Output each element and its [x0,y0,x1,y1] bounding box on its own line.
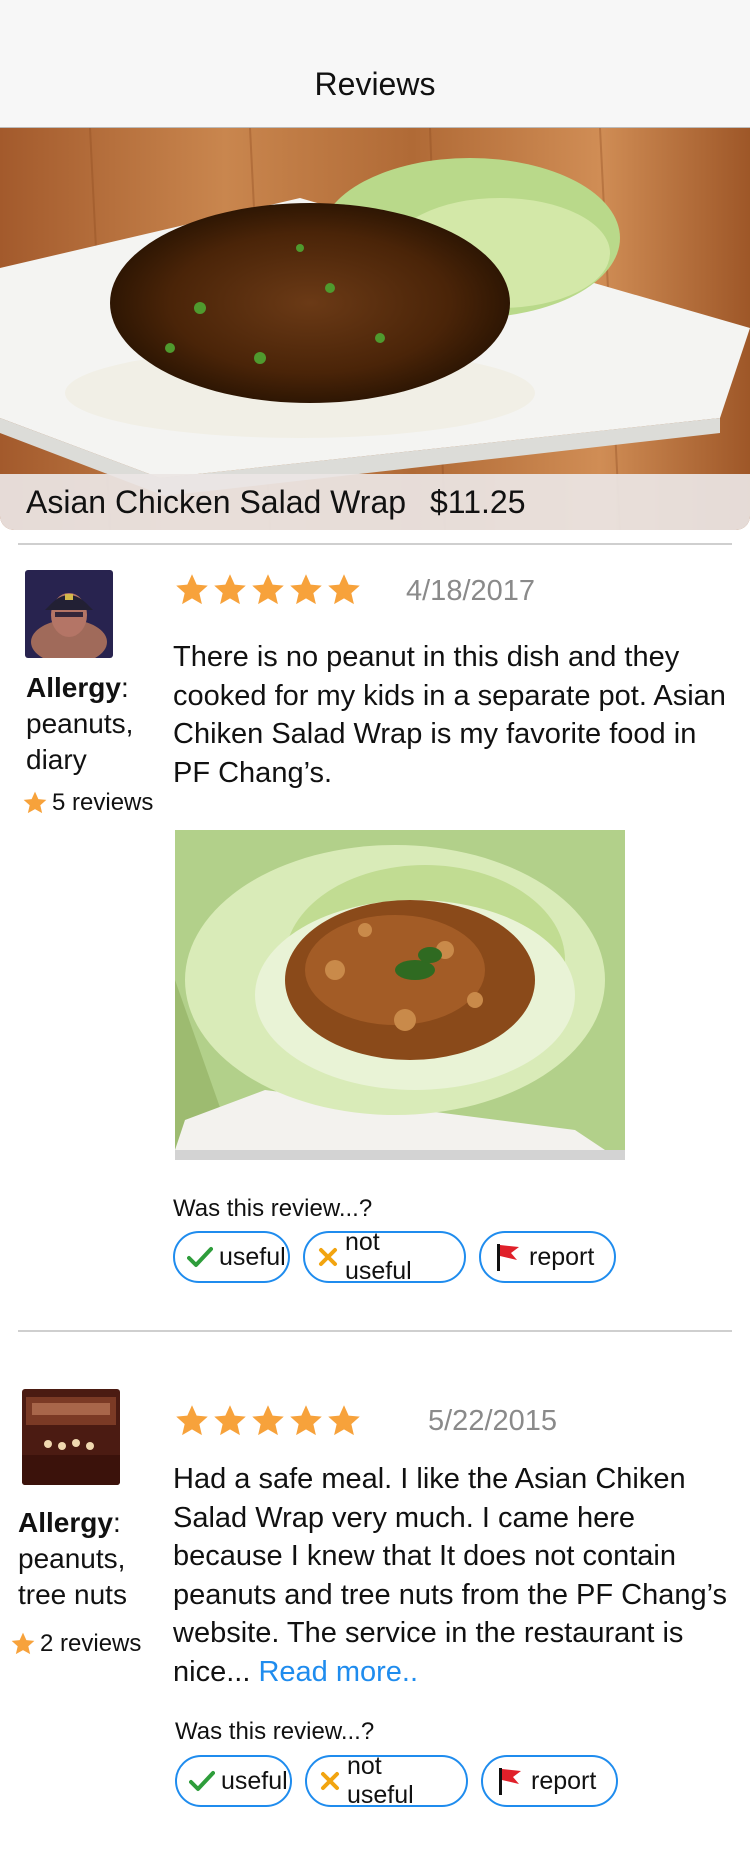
allergy-colon: : [120,672,129,703]
check-icon [189,1771,215,1791]
star-icon [290,1405,322,1436]
not-useful-button-label: not useful [347,1752,414,1809]
review-date: 4/18/2017 [406,575,536,607]
useful-button[interactable]: useful [175,1755,292,1807]
star-icon [214,1405,246,1436]
review-date: 5/22/2015 [428,1405,558,1437]
review-text: Had a safe meal. I like the Asian Chiken… [173,1463,728,1688]
allergy-label: Allergy [18,1507,113,1538]
star-rating [174,1403,364,1439]
review-photo[interactable] [175,830,625,1160]
feedback-prompt: Was this review...? [175,1718,375,1745]
not-useful-button-label: not useful [345,1228,412,1285]
feedback-prompt: Was this review...? [173,1195,373,1222]
review-text: There is no peanut in this dish and they… [173,641,726,789]
avatar[interactable] [22,1389,120,1485]
report-button[interactable]: report [481,1755,618,1807]
divider [18,1330,732,1332]
allergy-colon: : [112,1507,121,1538]
allergy-info: Allergy: peanuts, tree nuts [18,1505,158,1613]
avatar[interactable] [25,570,113,658]
star-icon [23,791,47,814]
navigation-bar: Reviews [0,0,750,128]
star-icon [252,1405,284,1436]
dish-caption: Asian Chicken Salad Wrap $11.25 [0,474,750,530]
star-icon [252,574,284,605]
report-button-label: report [531,1766,597,1795]
allergy-items: peanuts, diary [26,708,134,775]
star-rating [174,572,364,608]
report-button[interactable]: report [479,1231,616,1283]
useful-button-label: useful [219,1242,286,1271]
useful-button[interactable]: useful [173,1231,290,1283]
star-icon [328,1405,360,1436]
useful-button-label: useful [221,1766,288,1795]
report-button-label: report [529,1242,595,1271]
flag-icon [497,1244,519,1271]
check-icon [187,1247,213,1267]
allergy-label: Allergy [26,672,121,703]
star-icon [214,574,246,605]
allergy-info: Allergy: peanuts, diary [26,670,156,778]
reviewer-review-count[interactable]: 5 reviews [22,789,153,817]
page-title: Reviews [314,66,436,102]
star-icon [176,1405,208,1436]
allergy-items: peanuts, tree nuts [18,1543,127,1610]
dish-name: Asian Chicken Salad Wrap [26,484,407,520]
review-count-label: 2 reviews [40,1630,142,1657]
dish-price: $11.25 [430,484,526,520]
read-more-link[interactable]: Read more.. [258,1656,418,1688]
review-count-label: 5 reviews [52,789,154,816]
cross-icon [321,1772,339,1790]
review-text-block: Had a safe meal. I like the Asian Chiken… [173,1460,743,1691]
cross-icon [319,1248,337,1266]
star-icon [328,574,360,605]
flag-icon [499,1768,521,1795]
dish-hero-image: Asian Chicken Salad Wrap $11.25 [0,128,750,530]
divider [18,543,732,545]
not-useful-button[interactable]: not useful [303,1228,466,1285]
star-icon [11,1632,35,1655]
dish-photo [0,128,750,530]
star-icon [176,574,208,605]
reviewer-review-count[interactable]: 2 reviews [10,1630,141,1658]
star-icon [290,574,322,605]
not-useful-button[interactable]: not useful [305,1752,468,1809]
